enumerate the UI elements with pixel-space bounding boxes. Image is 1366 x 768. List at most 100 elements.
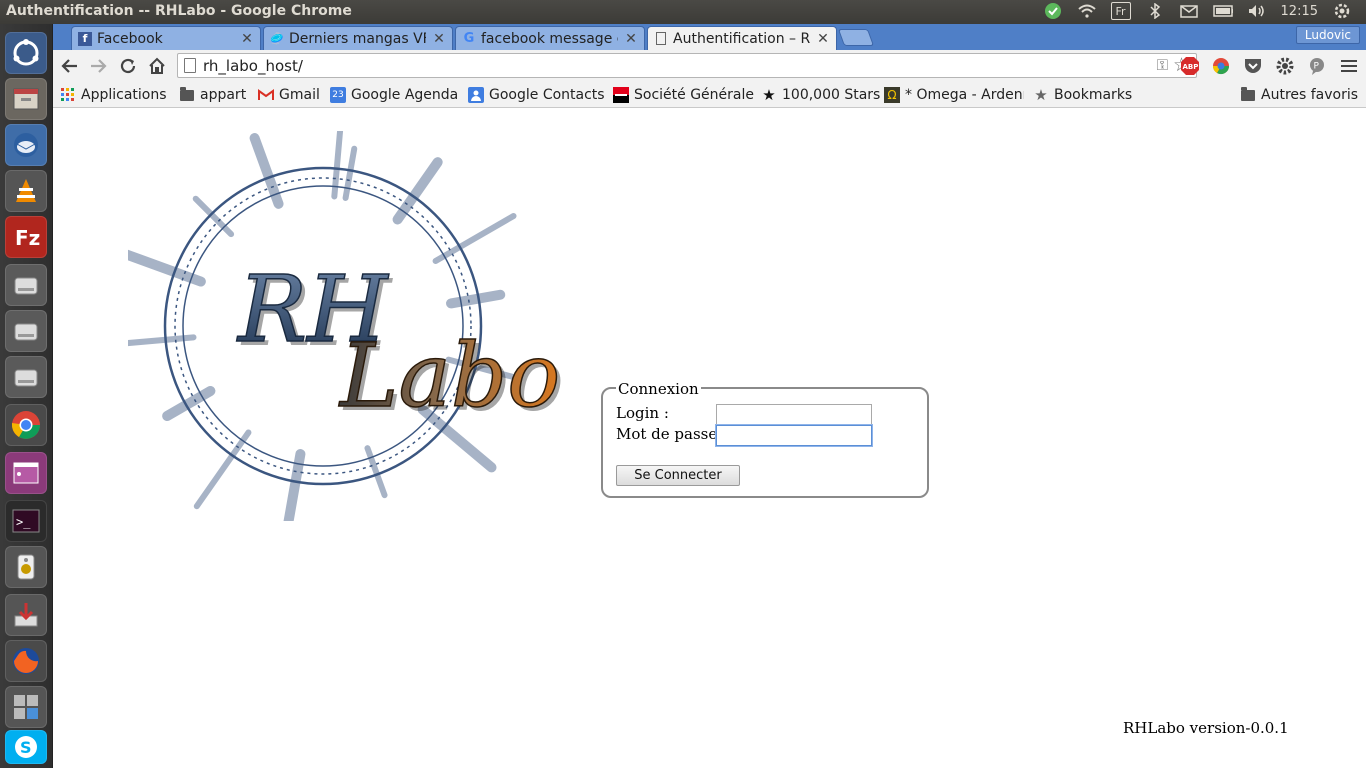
- omega-icon: Ω: [884, 87, 900, 103]
- close-icon[interactable]: ✕: [816, 31, 830, 47]
- profile-button[interactable]: Ludovic: [1295, 26, 1360, 44]
- address-bar[interactable]: rh_labo_host/ ⚿ ☆: [177, 53, 1197, 78]
- password-input[interactable]: [716, 425, 872, 446]
- wifi-icon[interactable]: [1077, 2, 1097, 20]
- svg-text:>_: >_: [16, 515, 31, 529]
- back-button[interactable]: [59, 55, 81, 77]
- close-icon[interactable]: ✕: [240, 31, 254, 47]
- bluetooth-icon[interactable]: [1145, 2, 1165, 20]
- new-tab-button[interactable]: [837, 29, 875, 46]
- login-input[interactable]: [716, 404, 872, 425]
- google-icon: G: [463, 31, 475, 46]
- logo-ray: [192, 195, 235, 238]
- svg-text:ABP: ABP: [1183, 63, 1199, 71]
- forward-button[interactable]: [87, 55, 109, 77]
- star-icon: ★: [1034, 86, 1048, 104]
- folder-icon: [1240, 86, 1256, 103]
- drive-icon[interactable]: [5, 264, 47, 306]
- bookmarks-bar: Applications appart Gmail 23 Google Agen…: [53, 82, 1366, 108]
- pocket-icon[interactable]: [1242, 55, 1264, 77]
- key-icon[interactable]: ⚿: [1157, 56, 1168, 74]
- drive-icon[interactable]: [5, 310, 47, 352]
- tab-label: Derniers mangas VF: [289, 30, 426, 47]
- chrome-ext-icon[interactable]: [1210, 55, 1232, 77]
- clock[interactable]: 12:15: [1281, 2, 1318, 20]
- page-content: RH RH Labo Labo Connexion Login : Mot de…: [53, 109, 1366, 768]
- bookmark-societe-generale[interactable]: Société Générale: [613, 85, 754, 105]
- bookmark-label: * Omega - Ardenr: [905, 87, 1024, 103]
- logo-ray: [342, 145, 358, 201]
- battery-icon[interactable]: [1212, 2, 1233, 20]
- bookmark-label: Autres favoris: [1261, 87, 1359, 103]
- reload-button[interactable]: [117, 55, 139, 77]
- tab-facebook[interactable]: f Facebook ✕: [71, 26, 261, 50]
- logo-ray: [446, 289, 506, 309]
- unity-launcher: Fz >_ S: [0, 24, 53, 768]
- power-gear-icon[interactable]: [1332, 2, 1352, 20]
- bookmark-label: Bookmarks: [1054, 87, 1133, 103]
- tab-strip: f Facebook ✕ 🥏 Derniers mangas VF ✕ G fa…: [53, 24, 1366, 50]
- menu-icon[interactable]: [1338, 55, 1360, 77]
- contacts-icon: [468, 87, 484, 103]
- installer-icon[interactable]: [5, 594, 47, 636]
- close-icon[interactable]: ✕: [432, 31, 446, 47]
- workspace-icon[interactable]: [5, 452, 47, 494]
- bookmark-gmail[interactable]: Gmail: [258, 85, 320, 105]
- mail-icon[interactable]: [1179, 2, 1199, 20]
- tab-label: Authentification – R: [673, 30, 810, 47]
- chat-icon[interactable]: P: [1306, 55, 1328, 77]
- page-info-icon[interactable]: [184, 58, 196, 73]
- svg-text:P: P: [1314, 62, 1320, 72]
- settings-gear-icon[interactable]: [1274, 55, 1296, 77]
- bookmark-other-favorites[interactable]: Autres favoris: [1240, 85, 1358, 105]
- bookmark-omega[interactable]: Ω * Omega - Ardenr: [884, 85, 1024, 105]
- home-button[interactable]: [146, 55, 168, 77]
- tab-label: facebook message e: [481, 30, 618, 47]
- keyboard-layout-icon[interactable]: Fr: [1110, 2, 1131, 20]
- tab-mangas[interactable]: 🥏 Derniers mangas VF ✕: [263, 26, 453, 50]
- thunderbird-icon[interactable]: [5, 124, 47, 166]
- url-text[interactable]: rh_labo_host/: [203, 57, 303, 75]
- bookmark-applications[interactable]: Applications: [60, 85, 167, 105]
- bookmark-bookmarks[interactable]: ★ Bookmarks: [1033, 85, 1132, 105]
- bookmark-google-agenda[interactable]: 23 Google Agenda: [330, 85, 458, 105]
- bookmark-label: Google Agenda: [351, 87, 459, 103]
- calendar-icon: 23: [330, 87, 346, 103]
- drive-icon[interactable]: [5, 356, 47, 398]
- volume-icon[interactable]: [1247, 2, 1267, 20]
- logo-ray: [128, 249, 206, 287]
- tab-label: Facebook: [97, 30, 163, 47]
- tab-google-search[interactable]: G facebook message e ✕: [455, 26, 645, 50]
- vlc-icon[interactable]: [5, 170, 47, 212]
- update-check-icon[interactable]: [1043, 2, 1063, 20]
- ubuntu-dash-icon[interactable]: [5, 32, 47, 74]
- files-icon[interactable]: [5, 78, 47, 120]
- skype-icon[interactable]: S: [5, 730, 47, 764]
- bookmark-appart[interactable]: appart: [179, 85, 246, 105]
- connect-button[interactable]: Se Connecter: [616, 465, 740, 486]
- logo-ray: [162, 386, 216, 421]
- browser-toolbar: rh_labo_host/ ⚿ ☆ ABP P: [53, 50, 1366, 82]
- tab-authentification[interactable]: Authentification – R ✕: [647, 26, 837, 50]
- rhlabo-logo: RH RH Labo Labo: [128, 131, 564, 521]
- firefox-icon[interactable]: [5, 640, 47, 682]
- workspaces-icon[interactable]: [5, 686, 47, 728]
- bookmark-100000-stars[interactable]: ★ 100,000 Stars: [761, 85, 880, 105]
- bookmark-label: appart: [200, 87, 247, 103]
- indicator-area: Fr 12:15: [1043, 2, 1352, 20]
- logo-ray: [193, 429, 252, 510]
- bookmark-google-contacts[interactable]: Google Contacts: [468, 85, 605, 105]
- page-icon: [654, 32, 668, 46]
- logo-ray: [432, 213, 517, 264]
- manga-icon: 🥏: [270, 32, 284, 45]
- filezilla-icon[interactable]: Fz: [5, 216, 47, 258]
- adblock-icon[interactable]: ABP: [1179, 55, 1201, 77]
- terminal-icon[interactable]: >_: [5, 500, 47, 542]
- bookmark-label: Société Générale: [634, 87, 754, 103]
- bookmark-label: Gmail: [279, 87, 320, 103]
- fieldset-legend: Connexion: [616, 380, 701, 398]
- chrome-icon[interactable]: [5, 404, 47, 446]
- bookmark-label: Applications: [81, 87, 167, 103]
- speaker-icon[interactable]: [5, 546, 47, 588]
- close-icon[interactable]: ✕: [624, 31, 638, 47]
